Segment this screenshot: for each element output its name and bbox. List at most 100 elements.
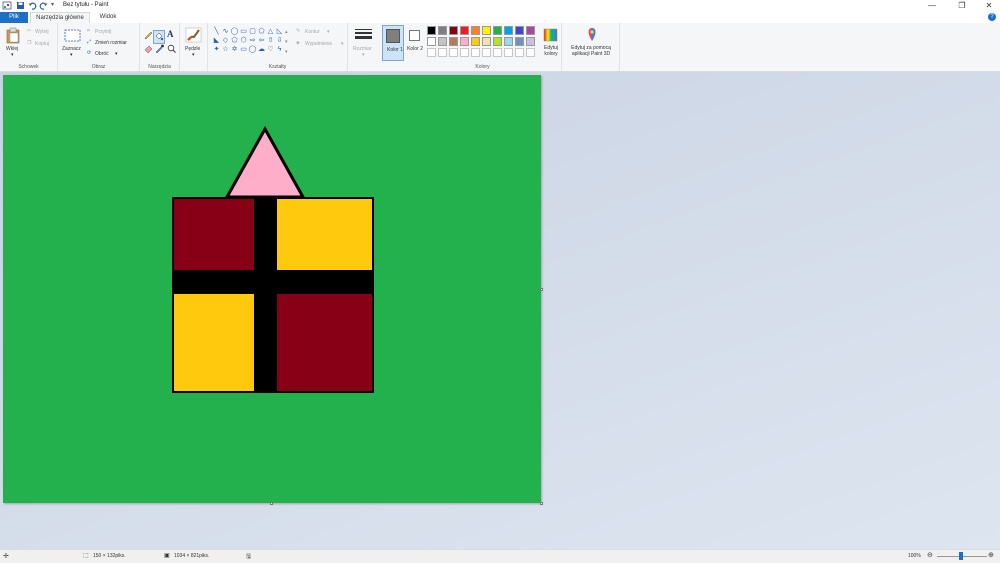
palette-swatch[interactable] [493,48,502,57]
fill-style-button[interactable]: Wypełnienie [305,41,332,47]
palette-swatch[interactable] [515,26,524,35]
right-triangle-2-shape-icon[interactable]: ◣ [212,36,221,45]
palette-swatch[interactable] [493,26,502,35]
select-icon[interactable] [64,29,81,44]
palette-swatch[interactable] [449,48,458,57]
up-arrow-shape-icon[interactable]: ⇧ [266,36,275,45]
paste-dropdown-icon[interactable]: ▾ [11,52,14,58]
close-button[interactable]: ✕ [979,0,999,11]
triangle-shape-icon[interactable]: △ [266,27,275,36]
palette-swatch[interactable] [438,37,447,46]
callout-rect-shape-icon[interactable]: ▭ [239,45,248,54]
palette-swatch[interactable] [460,48,469,57]
resize-button[interactable]: Zmień rozmiar [95,40,127,46]
brushes-icon[interactable] [185,27,202,45]
paste-icon[interactable] [6,27,20,46]
polygon-shape-icon[interactable]: ⬠ [257,27,266,36]
resize-handle-corner[interactable] [540,502,543,505]
minimize-button[interactable]: — [922,0,942,11]
tab-home[interactable]: Narzędzia główne [30,12,90,23]
callout-oval-shape-icon[interactable]: ◯ [248,45,257,54]
palette-swatch[interactable] [515,37,524,46]
palette-swatch[interactable] [449,37,458,46]
outline-button[interactable]: Kontur [305,29,320,35]
select-dropdown-icon[interactable]: ▾ [70,52,73,58]
down-arrow-shape-icon[interactable]: ⇩ [275,36,284,45]
palette-swatch[interactable] [482,26,491,35]
shapes-more-icon[interactable]: ▾ [285,49,288,55]
resize-handle-right[interactable] [540,288,543,291]
line-shape-icon[interactable]: ╲ [212,27,221,36]
palette-swatch[interactable] [471,37,480,46]
palette-swatch[interactable] [427,37,436,46]
outline-dropdown-icon[interactable]: ▾ [327,29,330,35]
zoom-slider-thumb[interactable] [959,552,963,560]
palette-swatch[interactable] [438,48,447,57]
palette-swatch[interactable] [504,26,513,35]
zoom-out-button[interactable]: ⊖ [927,551,933,559]
palette-swatch[interactable] [427,26,436,35]
copy-button[interactable]: Kopiuj [35,41,49,47]
rounded-rectangle-shape-icon[interactable]: ▢ [248,27,257,36]
shapes-scroll-down-icon[interactable]: ▾ [285,39,288,45]
paint3d-button[interactable]: Edytuj za pomocą aplikacji Paint 3D [564,45,618,57]
palette-swatch[interactable] [504,48,513,57]
text-tool-icon[interactable]: A [167,29,174,39]
palette-swatch[interactable] [482,48,491,57]
color2-button[interactable]: Kolor 2 [405,25,427,61]
tab-view[interactable]: Widok [94,12,122,23]
five-point-star-shape-icon[interactable]: ☆ [221,45,230,54]
rectangle-shape-icon[interactable]: ▭ [239,27,248,36]
drawing-canvas[interactable] [3,75,541,503]
customize-quick-access-icon[interactable]: ▾ [51,1,54,10]
shapes-scroll-icon[interactable]: ▴ [285,29,288,35]
pentagon-shape-icon[interactable]: ⬠ [230,36,239,45]
tab-file[interactable]: Plik [0,12,28,23]
cut-button[interactable]: Wytnij [35,29,49,35]
palette-swatch[interactable] [515,48,524,57]
zoom-in-button[interactable]: ⊕ [988,551,994,559]
curve-shape-icon[interactable]: ∿ [221,27,230,36]
right-arrow-shape-icon[interactable]: ⇨ [248,36,257,45]
palette-swatch[interactable] [526,26,535,35]
crop-button[interactable]: Przytnij [95,29,111,35]
palette-swatch[interactable] [493,37,502,46]
left-arrow-shape-icon[interactable]: ⇦ [257,36,266,45]
rotate-button[interactable]: Obróć [95,51,109,57]
oval-shape-icon[interactable]: ◯ [230,27,239,36]
eraser-icon[interactable] [144,44,153,55]
save-icon[interactable] [16,1,25,10]
palette-swatch[interactable] [438,26,447,35]
heart-shape-icon[interactable]: ♡ [266,45,275,54]
size-icon[interactable] [355,28,372,43]
four-point-star-shape-icon[interactable]: ✦ [212,45,221,54]
palette-swatch[interactable] [471,26,480,35]
six-point-star-shape-icon[interactable]: ✡ [230,45,239,54]
color1-button[interactable]: Kolor 1 [382,25,404,61]
help-icon[interactable]: ? [988,13,996,21]
palette-swatch[interactable] [460,26,469,35]
paint3d-icon[interactable] [586,27,598,44]
right-triangle-shape-icon[interactable]: ◺ [275,27,284,36]
pencil-icon[interactable] [144,31,153,42]
undo-icon[interactable] [28,1,37,10]
palette-swatch[interactable] [449,26,458,35]
hexagon-shape-icon[interactable]: ⬡ [239,36,248,45]
edit-colors-button[interactable]: Edytuj kolory [541,45,561,57]
magnifier-icon[interactable] [167,44,176,55]
brushes-dropdown-icon[interactable]: ▾ [192,52,195,58]
fill-icon[interactable] [153,30,165,44]
fill-dropdown-icon[interactable]: ▾ [341,41,344,47]
resize-handle-bottom[interactable] [270,502,273,505]
palette-swatch[interactable] [526,48,535,57]
restore-button[interactable]: ❐ [952,0,972,11]
palette-swatch[interactable] [526,37,535,46]
lightning-shape-icon[interactable]: ϟ [275,45,284,54]
rotate-dropdown-icon[interactable]: ▾ [115,51,118,57]
edit-colors-icon[interactable] [543,28,558,44]
redo-icon[interactable] [39,1,48,10]
palette-swatch[interactable] [427,48,436,57]
palette-swatch[interactable] [482,37,491,46]
callout-cloud-shape-icon[interactable]: ☁ [257,45,266,54]
palette-swatch[interactable] [460,37,469,46]
